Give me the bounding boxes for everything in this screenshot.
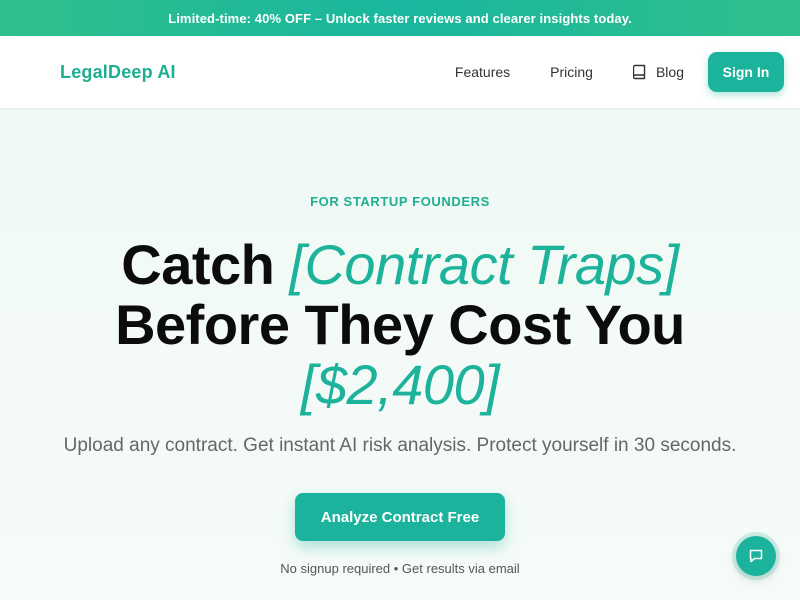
sign-in-button[interactable]: Sign In bbox=[708, 52, 784, 92]
logo[interactable]: LegalDeep AI bbox=[60, 62, 176, 83]
navbar: LegalDeep AI Features Pricing Blog Sign … bbox=[0, 36, 800, 108]
headline-accent-traps: [Contract Traps] bbox=[289, 233, 679, 296]
promo-text: Limited-time: 40% OFF – Unlock faster re… bbox=[168, 10, 632, 26]
headline-accent-amount: [$2,400] bbox=[300, 353, 500, 416]
hero-headline: Catch [Contract Traps] Before They Cost … bbox=[0, 235, 800, 415]
hero-note: No signup required • Get results via ema… bbox=[280, 561, 520, 576]
hero-eyebrow: FOR STARTUP FOUNDERS bbox=[310, 194, 490, 209]
nav-blog-label: Blog bbox=[655, 64, 684, 80]
promo-banner: Limited-time: 40% OFF – Unlock faster re… bbox=[0, 0, 800, 36]
chat-button[interactable] bbox=[736, 536, 776, 576]
nav-links: Features Pricing Blog Sign In bbox=[455, 52, 784, 92]
hero-section: FOR STARTUP FOUNDERS Catch [Contract Tra… bbox=[0, 194, 800, 576]
hero-subhead: Upload any contract. Get instant AI risk… bbox=[63, 435, 737, 456]
headline-part2: Before They Cost You bbox=[115, 293, 685, 356]
headline-part1: Catch bbox=[121, 233, 290, 296]
nav-pricing-link[interactable]: Pricing bbox=[550, 64, 593, 80]
nav-blog-link[interactable]: Blog bbox=[632, 64, 684, 80]
nav-features-link[interactable]: Features bbox=[455, 64, 510, 80]
book-icon bbox=[632, 64, 646, 80]
chat-bubble-icon bbox=[749, 549, 763, 563]
analyze-contract-button[interactable]: Analyze Contract Free bbox=[295, 493, 505, 541]
